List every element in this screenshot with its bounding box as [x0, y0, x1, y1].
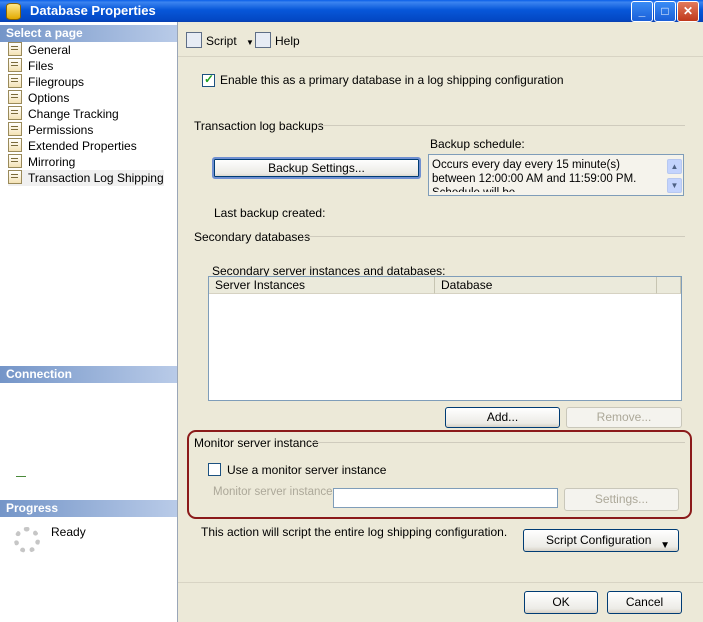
- page-item-general[interactable]: General: [8, 42, 71, 58]
- footer-divider: [178, 582, 703, 583]
- txlog-group-label: Transaction log backups: [194, 119, 324, 133]
- column-header-server-instances[interactable]: Server Instances: [209, 277, 435, 294]
- toolbar: Script ▼ Help: [178, 22, 703, 57]
- divider: [310, 442, 685, 443]
- scroll-up-icon[interactable]: ▲: [667, 159, 682, 174]
- page-icon: [8, 122, 22, 136]
- monitor-group-label: Monitor server instance: [194, 436, 319, 450]
- database-icon: [6, 3, 21, 20]
- enable-primary-checkbox[interactable]: [202, 72, 215, 87]
- page-item-permissions[interactable]: Permissions: [8, 122, 93, 138]
- window-title: Database Properties: [30, 3, 156, 18]
- backup-schedule-box[interactable]: Occurs every day every 15 minute(s) betw…: [428, 154, 684, 196]
- divider: [303, 236, 685, 237]
- page-icon: [8, 90, 22, 104]
- use-monitor-checkbox[interactable]: [208, 463, 221, 476]
- secondary-group-label: Secondary databases: [194, 230, 311, 244]
- enable-primary-label: Enable this as a primary database in a l…: [220, 73, 564, 87]
- page-item-options[interactable]: Options: [8, 90, 69, 106]
- backup-schedule-label: Backup schedule:: [430, 137, 525, 151]
- use-monitor-label: Use a monitor server instance: [227, 463, 387, 477]
- page-icon: [8, 106, 22, 120]
- close-button[interactable]: ✕: [677, 1, 699, 22]
- secondary-list[interactable]: Server Instances Database: [208, 276, 682, 401]
- last-backup-label: Last backup created:: [214, 206, 326, 220]
- connection-link-mark[interactable]: [16, 476, 26, 477]
- help-button[interactable]: Help: [255, 32, 300, 48]
- dropdown-arrow-icon: ▼: [660, 540, 670, 551]
- script-icon: [186, 32, 202, 48]
- page-item-change-tracking[interactable]: Change Tracking: [8, 106, 119, 122]
- monitor-instance-label: Monitor server instance: [213, 486, 333, 498]
- page-item-filegroups[interactable]: Filegroups: [8, 74, 84, 90]
- page-item-transaction-log-shipping[interactable]: Transaction Log Shipping: [8, 170, 164, 186]
- cancel-button[interactable]: Cancel: [607, 591, 682, 614]
- scroll-down-icon[interactable]: ▼: [667, 178, 682, 193]
- progress-header: Progress: [0, 500, 177, 517]
- page-icon: [8, 58, 22, 72]
- column-header-filler: [657, 277, 681, 294]
- page-icon: [8, 170, 22, 184]
- script-note: This action will script the entire log s…: [201, 525, 508, 539]
- page-item-files[interactable]: Files: [8, 58, 53, 74]
- monitor-instance-input[interactable]: [333, 488, 558, 508]
- select-page-header: Select a page: [0, 25, 177, 42]
- help-icon: [255, 32, 271, 48]
- progress-spinner-icon: [14, 527, 40, 553]
- divider: [317, 125, 685, 126]
- connection-header: Connection: [0, 366, 177, 383]
- page-icon: [8, 154, 22, 168]
- maximize-button[interactable]: □: [654, 1, 676, 22]
- settings-button[interactable]: Settings...: [564, 488, 679, 511]
- backup-schedule-text: Occurs every day every 15 minute(s) betw…: [432, 159, 637, 192]
- column-header-database[interactable]: Database: [435, 277, 657, 294]
- page-icon: [8, 42, 22, 56]
- progress-status: Ready: [51, 525, 86, 539]
- script-button[interactable]: Script ▼: [186, 32, 254, 48]
- title-bar[interactable]: Database Properties _ □ ✕: [0, 0, 703, 22]
- page-icon: [8, 74, 22, 88]
- script-configuration-button[interactable]: Script Configuration ▼: [523, 529, 679, 552]
- page-icon: [8, 138, 22, 152]
- add-button[interactable]: Add...: [445, 407, 560, 428]
- ok-button[interactable]: OK: [524, 591, 598, 614]
- script-dropdown-arrow-icon[interactable]: ▼: [246, 38, 254, 47]
- page-item-mirroring[interactable]: Mirroring: [8, 154, 75, 170]
- remove-button[interactable]: Remove...: [566, 407, 682, 428]
- page-item-extended-properties[interactable]: Extended Properties: [8, 138, 137, 154]
- backup-settings-button[interactable]: Backup Settings...: [212, 157, 421, 179]
- minimize-button[interactable]: _: [631, 1, 653, 22]
